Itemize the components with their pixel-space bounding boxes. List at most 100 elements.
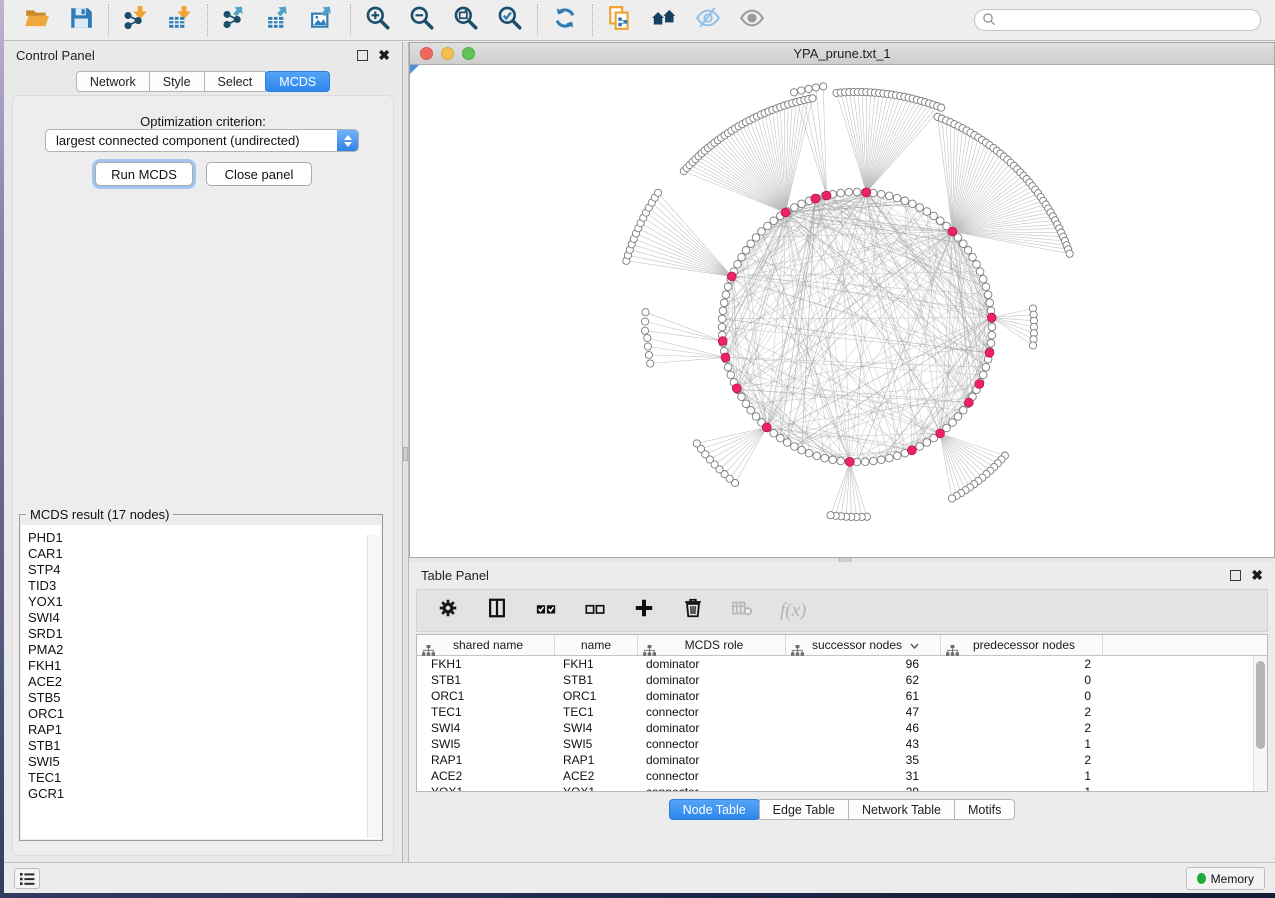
mcds-result-item[interactable]: PMA2 [28,642,381,658]
table-cell: ACE2 [417,768,555,784]
save-session-button[interactable] [67,6,95,34]
mcds-result-item[interactable]: YOX1 [28,594,381,610]
import-table-button[interactable] [166,6,194,34]
table-row[interactable]: RAP1RAP1dominator352 [417,752,1267,768]
table-cell: SWI5 [555,736,638,752]
zoom-in-button[interactable] [364,6,392,34]
network-neighbors-icon [651,5,677,36]
column-header-predecessor-nodes[interactable]: predecessor nodes [941,635,1103,656]
tab-network[interactable]: Network [76,71,150,92]
export-table-button[interactable] [265,6,293,34]
run-mcds-button[interactable]: Run MCDS [95,162,193,186]
table-row[interactable]: FKH1FKH1dominator962 [417,656,1267,672]
show-columns-button[interactable] [486,599,508,623]
add-row-button[interactable] [633,599,655,623]
network-window-titlebar[interactable]: YPA_prune.txt_1 [410,43,1274,65]
import-network-button[interactable] [122,6,150,34]
table-tab-edge-table[interactable]: Edge Table [759,799,849,820]
table-row[interactable]: ACE2ACE2connector311 [417,768,1267,784]
control-panel: Control Panel ✖ NetworkStyleSelectMCDS O… [4,42,402,862]
mcds-result-item[interactable]: STB5 [28,690,381,706]
table-cell: connector [638,768,786,784]
table-scrollbar[interactable] [1253,656,1267,791]
table-row[interactable]: YOX1YOX1connector291 [417,784,1267,792]
table-cell: SWI4 [417,720,555,736]
table-cell: SWI4 [555,720,638,736]
memory-button[interactable]: Memory [1186,867,1265,890]
mcds-result-item[interactable]: STP4 [28,562,381,578]
search-input[interactable] [974,9,1261,31]
mcds-result-item[interactable]: TID3 [28,578,381,594]
refresh-view-button[interactable] [551,6,579,34]
select-all-icon [535,597,557,624]
settings-gear-button[interactable] [437,599,459,623]
column-header-name[interactable]: name [555,635,638,656]
table-tab-motifs[interactable]: Motifs [954,799,1015,820]
table-scrollbar-thumb[interactable] [1256,661,1265,749]
mcds-result-item[interactable]: SRD1 [28,626,381,642]
table-row[interactable]: STB1STB1dominator620 [417,672,1267,688]
column-header-successor-nodes[interactable]: successor nodes [786,635,941,656]
mcds-result-item[interactable]: GCR1 [28,786,381,802]
export-network-button[interactable] [221,6,249,34]
zoom-selected-button[interactable] [496,6,524,34]
close-panel-button[interactable]: Close panel [206,162,312,186]
mcds-result-item[interactable]: FKH1 [28,658,381,674]
mcds-result-item[interactable]: ORC1 [28,706,381,722]
mcds-result-item[interactable]: RAP1 [28,722,381,738]
network-view-window: YPA_prune.txt_1 [409,42,1275,558]
network-neighbors-button[interactable] [650,6,678,34]
table-row[interactable]: SWI4SWI4dominator462 [417,720,1267,736]
mcds-result-item[interactable]: ACE2 [28,674,381,690]
criterion-dropdown-value: largest connected component (undirected) [56,133,300,148]
open-file-button[interactable] [23,6,51,34]
tab-select[interactable]: Select [204,71,267,92]
mcds-result-item[interactable]: CAR1 [28,546,381,562]
table-row[interactable]: ORC1ORC1dominator610 [417,688,1267,704]
show-details-button[interactable] [738,6,766,34]
table-cell: FKH1 [417,656,555,672]
search-container [974,9,1261,31]
maximize-window-icon[interactable] [462,47,475,60]
zoom-out-button[interactable] [408,6,436,34]
table-row[interactable]: TEC1TEC1connector472 [417,704,1267,720]
table-cell: 43 [786,736,941,752]
mcds-result-item[interactable]: SWI4 [28,610,381,626]
table-tab-node-table[interactable]: Node Table [669,799,760,820]
mcds-result-item[interactable]: TEC1 [28,770,381,786]
column-header-MCDS-role[interactable]: MCDS role [638,635,786,656]
memory-label: Memory [1211,872,1254,886]
network-canvas[interactable] [410,65,1274,557]
status-bar: Memory [4,862,1275,893]
vertical-splitter[interactable] [402,42,409,862]
column-header-shared-name[interactable]: shared name [417,635,555,656]
mcds-result-item[interactable]: SWI5 [28,754,381,770]
mcds-list-scrollbar[interactable] [367,535,380,838]
table-row[interactable]: SWI5SWI5connector431 [417,736,1267,752]
select-all-button[interactable] [535,599,557,623]
minimize-window-icon[interactable] [441,47,454,60]
close-table-panel-icon[interactable]: ✖ [1251,570,1263,581]
task-history-button[interactable] [14,868,40,889]
table-cell: 31 [786,768,941,784]
table-tab-network-table[interactable]: Network Table [848,799,955,820]
hide-details-button[interactable] [694,6,722,34]
float-panel-icon[interactable] [357,50,368,61]
mcds-result-item[interactable]: STB1 [28,738,381,754]
criterion-dropdown[interactable]: largest connected component (undirected) [45,129,359,152]
close-panel-icon[interactable]: ✖ [378,50,390,61]
clone-network-button[interactable] [606,6,634,34]
main-toolbar [4,0,1275,41]
tab-mcds[interactable]: MCDS [265,71,330,92]
deselect-all-button[interactable] [584,599,606,623]
zoom-fit-button[interactable] [452,6,480,34]
close-window-icon[interactable] [420,47,433,60]
float-table-panel-icon[interactable] [1230,570,1241,581]
function-builder-icon: f(x) [780,600,806,622]
network-graph[interactable] [410,65,1274,557]
export-image-button[interactable] [309,6,337,34]
delete-row-button[interactable] [682,599,704,623]
vertical-splitter-grip[interactable] [403,447,408,461]
mcds-result-item[interactable]: PHD1 [28,530,381,546]
tab-style[interactable]: Style [149,71,205,92]
